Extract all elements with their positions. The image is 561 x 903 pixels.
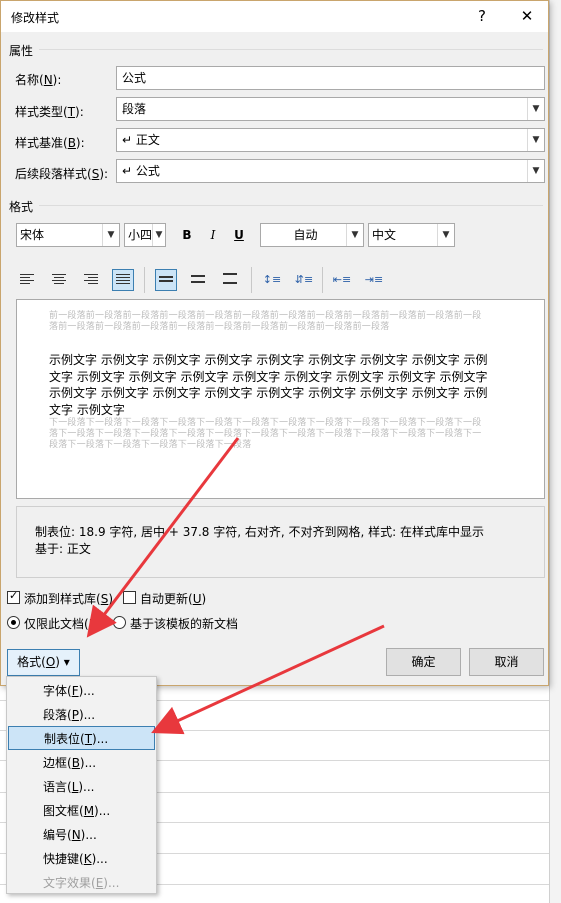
arrow-to-format-button	[86, 437, 240, 638]
annotation-arrows	[86, 437, 385, 735]
arrow-to-tabs-item	[151, 624, 385, 735]
